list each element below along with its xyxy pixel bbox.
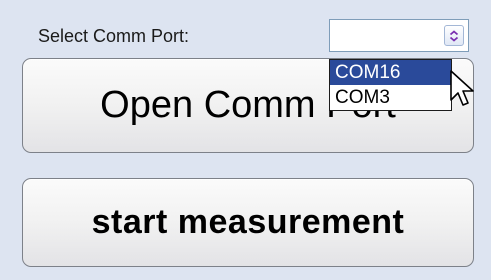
select-dropdown-button[interactable] [444,25,464,46]
comm-port-dropdown-list[interactable]: COM16 COM3 [329,59,452,111]
comm-port-option-com3[interactable]: COM3 [330,85,451,110]
comm-port-label: Select Comm Port: [38,26,190,46]
chevron-up-down-icon [449,29,459,42]
start-measurement-button[interactable]: start measurement [22,178,474,267]
comm-port-select[interactable] [329,19,469,52]
comm-port-option-com16[interactable]: COM16 [330,60,451,85]
mouse-pointer-icon [450,70,474,106]
